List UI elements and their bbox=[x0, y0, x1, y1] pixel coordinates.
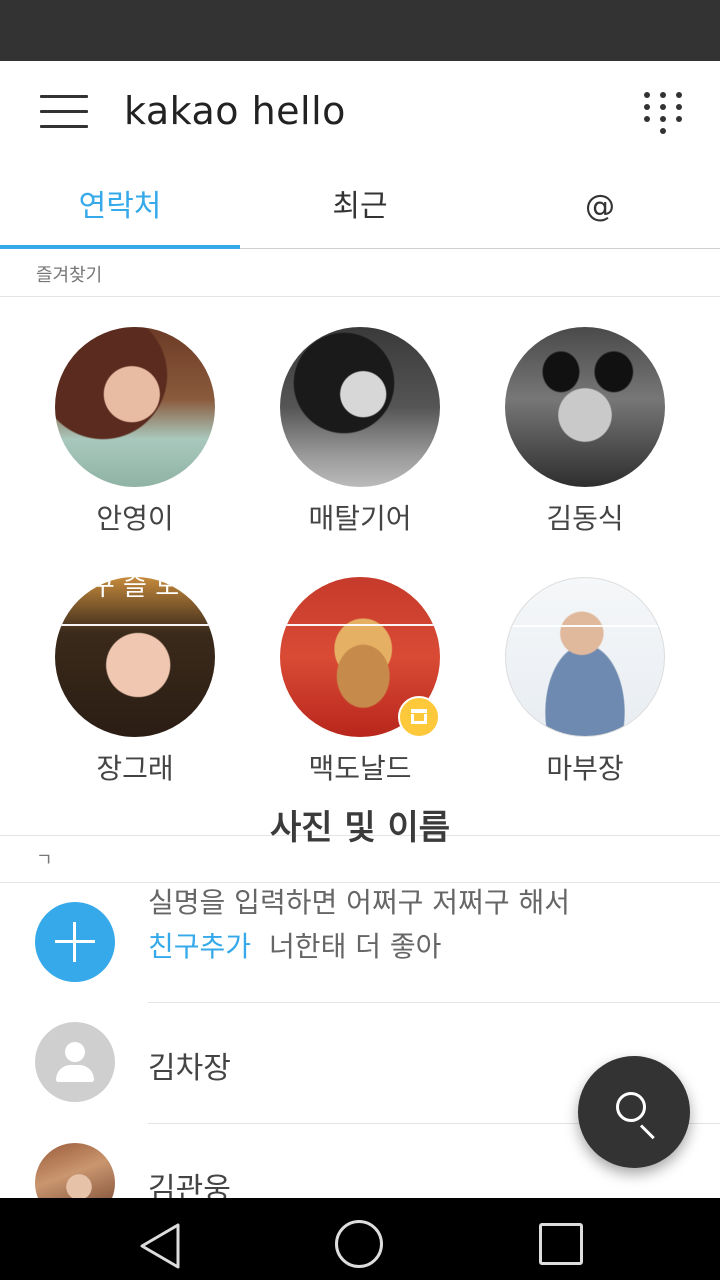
default-person-icon bbox=[35, 1022, 115, 1102]
favorites-section-header: 즐겨찾기 bbox=[0, 249, 720, 297]
avatar: 구 슬 모 bbox=[55, 577, 215, 737]
favorite-item[interactable]: 맥도날드 bbox=[260, 577, 460, 787]
favorites-label: 즐겨찾기 bbox=[36, 265, 103, 286]
add-friend-description: 실명을 입력하면 어쩌구 저쩌구 해서 bbox=[148, 886, 571, 919]
home-icon[interactable] bbox=[335, 1220, 383, 1268]
app-title: kakao hello bbox=[124, 89, 346, 133]
status-bar bbox=[0, 0, 720, 61]
avatar-overlay-text: 구 슬 모 bbox=[90, 577, 180, 602]
tab-mentions[interactable]: @ bbox=[480, 163, 720, 249]
favorite-item[interactable]: 매탈기어 bbox=[260, 327, 460, 537]
favorite-item[interactable]: 안영이 bbox=[35, 327, 235, 537]
favorite-item[interactable]: 김동식 bbox=[485, 327, 685, 537]
add-friend-button[interactable] bbox=[35, 902, 115, 982]
avatar bbox=[55, 327, 215, 487]
contact-name: 김차장 bbox=[148, 1051, 231, 1086]
back-icon[interactable] bbox=[138, 1222, 182, 1270]
favorite-name: 안영이 bbox=[96, 502, 174, 535]
hamburger-menu-icon[interactable] bbox=[40, 95, 88, 129]
avatar-overlay-line bbox=[506, 625, 664, 627]
favorite-name: 맥도날드 bbox=[308, 752, 412, 785]
avatar bbox=[505, 327, 665, 487]
tab-contacts[interactable]: 연락처 bbox=[0, 163, 240, 249]
avatar bbox=[505, 577, 665, 737]
contacts-index-label: ㄱ bbox=[36, 850, 53, 871]
search-button[interactable] bbox=[578, 1056, 690, 1168]
favorite-name: 장그래 bbox=[96, 752, 174, 785]
avatar bbox=[280, 327, 440, 487]
tab-recent[interactable]: 최근 bbox=[240, 163, 480, 249]
recent-apps-icon[interactable] bbox=[539, 1223, 583, 1265]
system-nav-bar bbox=[0, 1198, 720, 1280]
favorite-item[interactable]: 마부장 bbox=[485, 577, 685, 787]
favorite-item[interactable]: 구 슬 모 장그래 bbox=[35, 577, 235, 787]
search-icon bbox=[616, 1092, 646, 1122]
photo-name-caption: 사진 및 이름 bbox=[269, 808, 451, 848]
store-icon bbox=[398, 696, 440, 738]
dialpad-grid-icon[interactable] bbox=[640, 90, 686, 136]
app-bar: kakao hello bbox=[0, 61, 720, 163]
favorite-name: 마부장 bbox=[546, 752, 624, 785]
add-friend-link[interactable]: 친구추가 bbox=[148, 930, 251, 963]
avatar-overlay-line bbox=[280, 624, 440, 626]
add-friend-line2: 친구추가 너한태 더 좋아 bbox=[148, 925, 441, 965]
add-friend-line2-text: 너한태 더 좋아 bbox=[269, 930, 442, 963]
favorite-name: 김동식 bbox=[546, 502, 624, 535]
tab-bar: 연락처 최근 @ bbox=[0, 163, 720, 249]
avatar-overlay-line bbox=[55, 624, 215, 626]
add-friend-row[interactable]: 실명을 입력하면 어쩌구 저쩌구 해서 친구추가 너한태 더 좋아 bbox=[0, 883, 720, 1004]
favorite-name: 매탈기어 bbox=[308, 502, 412, 535]
